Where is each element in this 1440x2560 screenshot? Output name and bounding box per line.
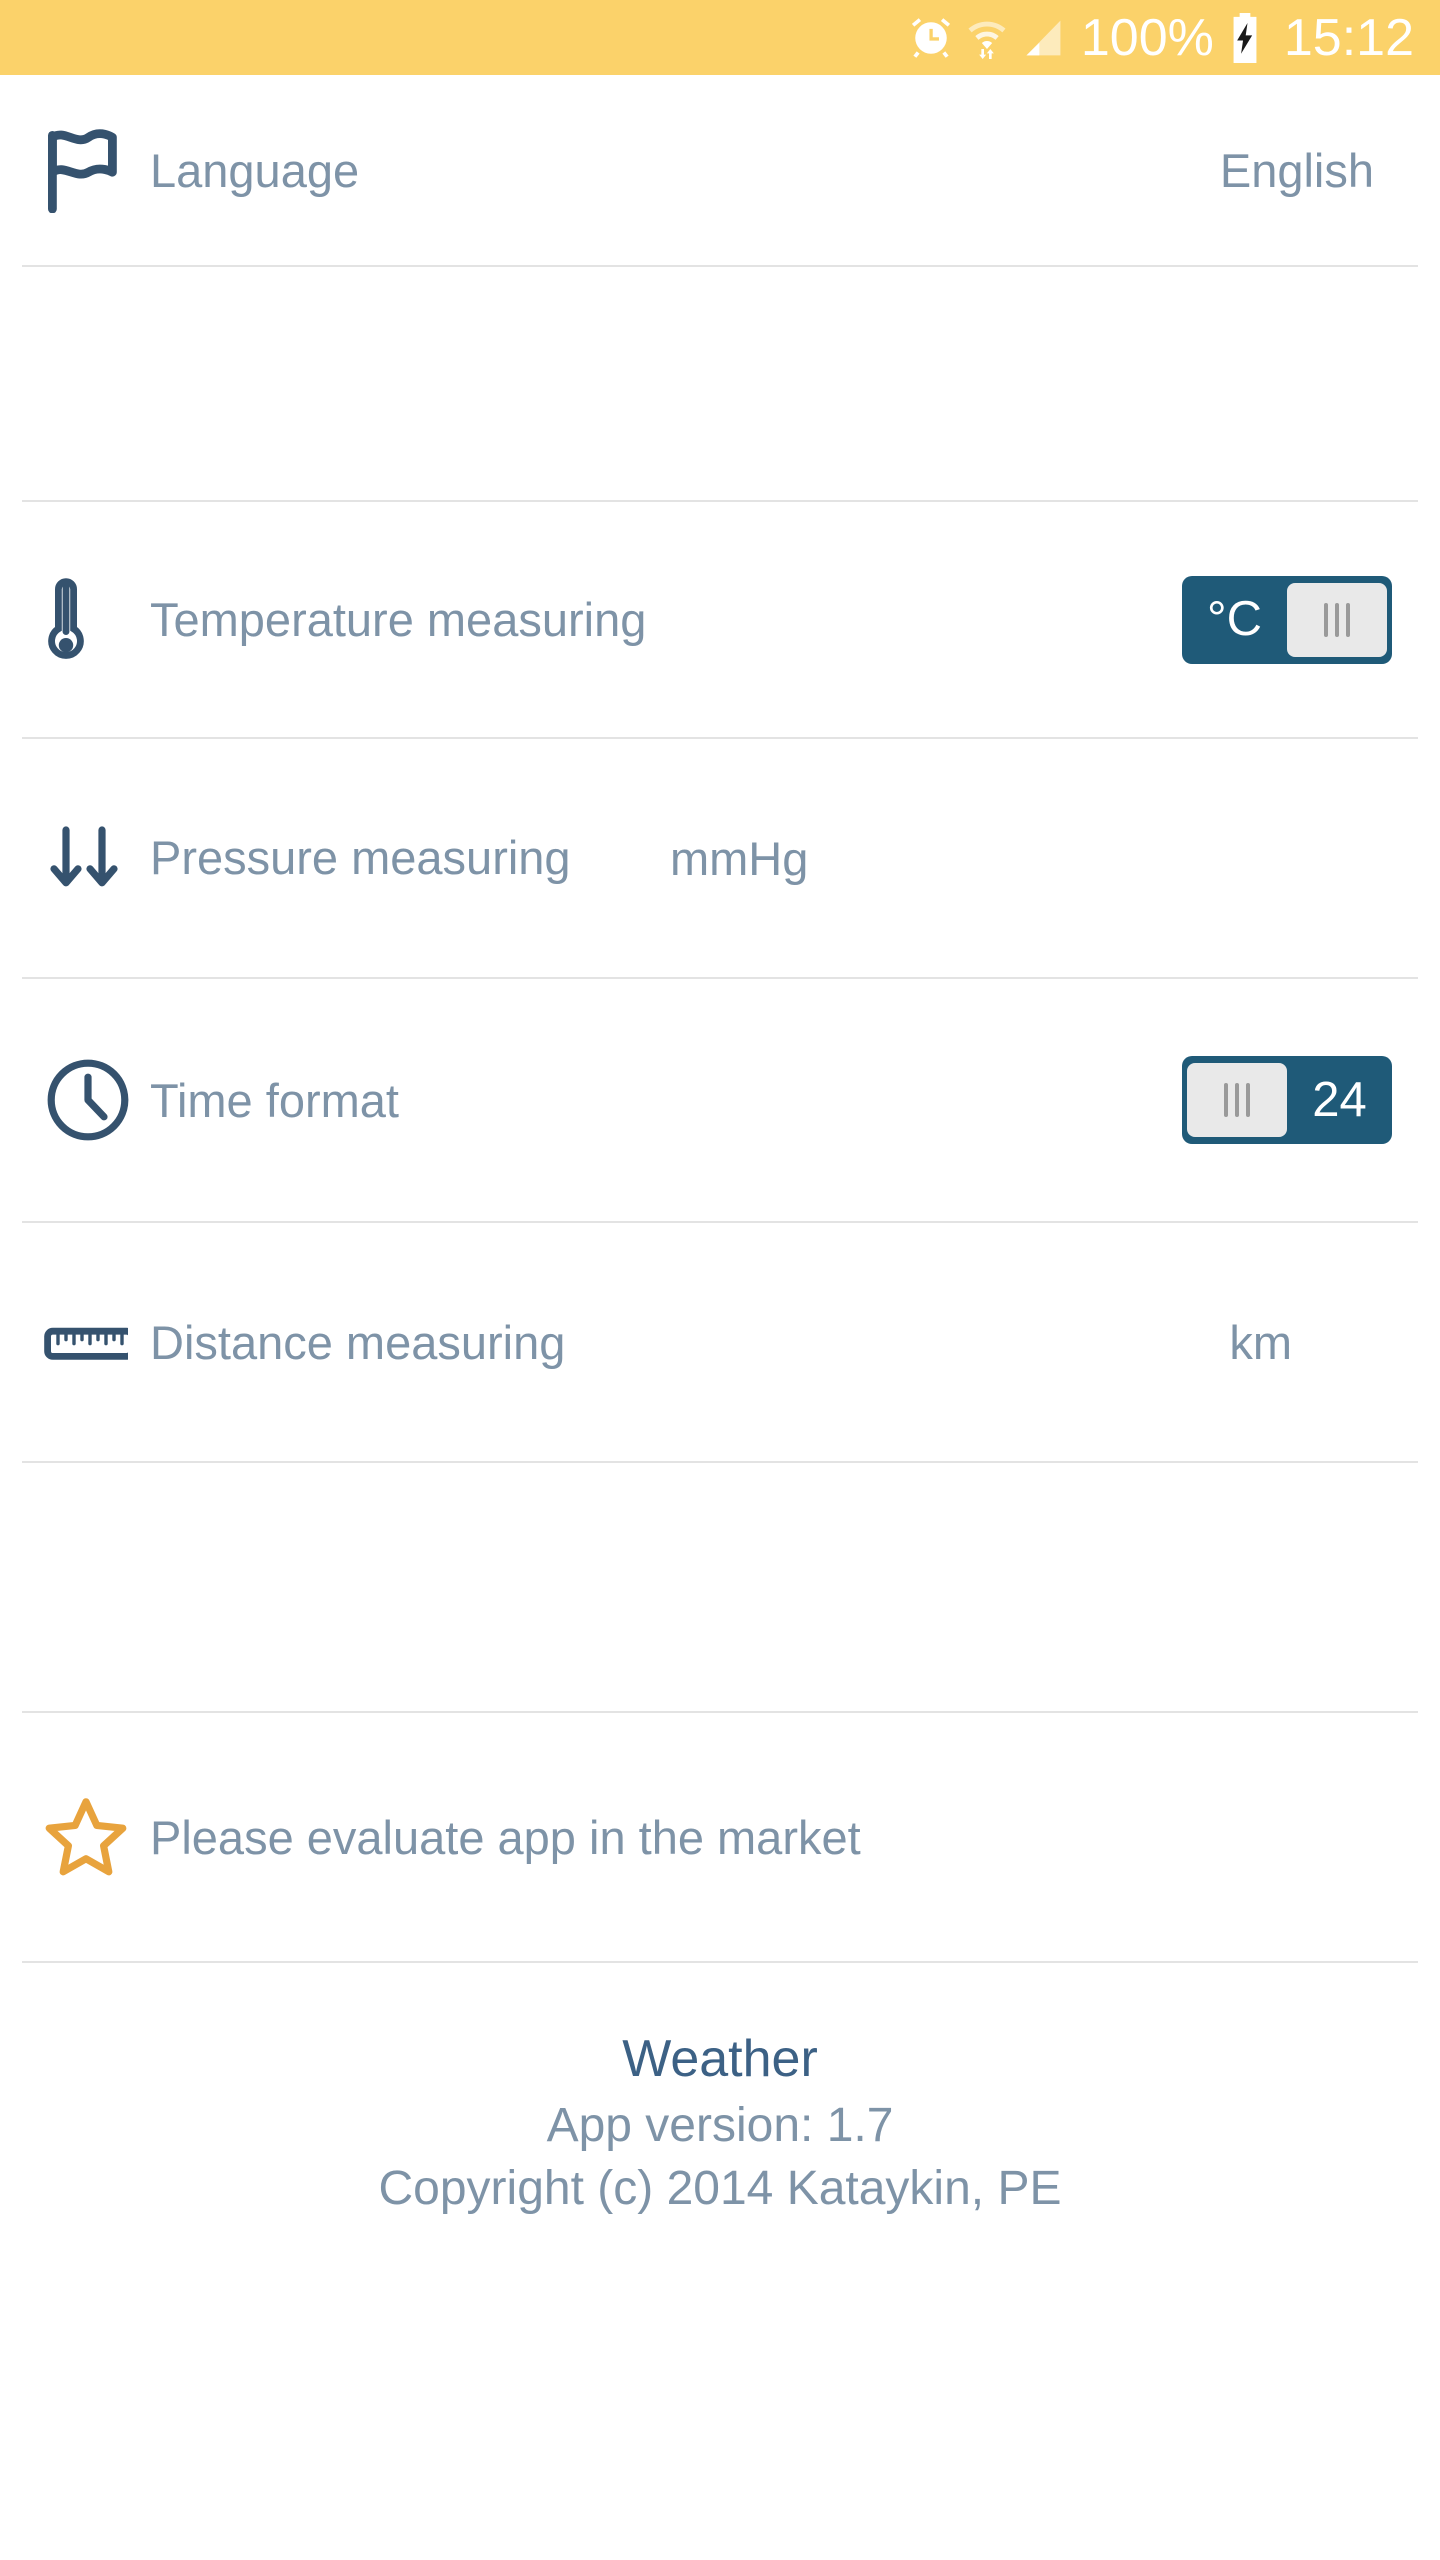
settings-value-pressure: mmHg — [670, 831, 809, 885]
time-format-toggle[interactable]: 24 — [1182, 1056, 1392, 1144]
settings-value-distance: km — [1229, 1315, 1292, 1369]
settings-label-pressure: Pressure measuring — [150, 831, 571, 885]
ruler-icon — [22, 1320, 150, 1364]
settings-row-rate-app[interactable]: Please evaluate app in the market — [0, 1713, 1440, 1961]
spacer-block-top — [0, 267, 1440, 500]
app-copyright-label: Copyright (c) 2014 Kataykin, PE — [378, 2161, 1062, 2215]
settings-label-rate-app: Please evaluate app in the market — [150, 1810, 861, 1864]
app-version-label: App version: 1.7 — [546, 2098, 894, 2152]
settings-label-language: Language — [150, 143, 360, 197]
spacer-block-bottom — [0, 1463, 1440, 1711]
settings-label-distance: Distance measuring — [150, 1315, 566, 1369]
app-info-footer: Weather App version: 1.7 Copyright (c) 2… — [0, 1963, 1440, 2220]
status-bar: 100% 15:12 — [0, 0, 1440, 75]
settings-row-time-format[interactable]: Time format 24 — [0, 979, 1440, 1221]
alarm-clock-icon — [909, 16, 953, 60]
toggle-thumb[interactable] — [1187, 1063, 1287, 1137]
status-bar-clock: 15:12 — [1283, 8, 1414, 67]
wifi-icon — [967, 16, 1007, 60]
settings-label-temperature: Temperature measuring — [150, 593, 647, 646]
time-format-toggle-label: 24 — [1312, 1072, 1367, 1127]
star-icon — [22, 1795, 150, 1879]
double-down-arrow-icon — [22, 818, 150, 898]
settings-value-language: English — [1219, 143, 1374, 197]
settings-list: Language English Temperature measuring °… — [0, 75, 1440, 1963]
battery-charging-icon — [1228, 12, 1262, 63]
settings-row-distance[interactable]: Distance measuring km — [0, 1223, 1440, 1461]
settings-row-language[interactable]: Language English — [0, 75, 1440, 265]
settings-row-pressure[interactable]: Pressure measuring mmHg — [0, 739, 1440, 977]
app-name-label: Weather — [622, 2030, 818, 2088]
battery-percent-label: 100% — [1080, 8, 1214, 67]
toggle-thumb[interactable] — [1287, 582, 1387, 657]
settings-row-temperature[interactable]: Temperature measuring °C — [0, 502, 1440, 737]
temperature-toggle-label: °C — [1207, 592, 1262, 646]
clock-icon — [22, 1056, 150, 1144]
temperature-unit-toggle[interactable]: °C — [1182, 575, 1392, 664]
settings-label-time-format: Time format — [150, 1073, 399, 1127]
thermometer-icon — [22, 572, 150, 668]
signal-bars-icon — [1021, 16, 1065, 60]
flag-icon — [22, 127, 150, 213]
